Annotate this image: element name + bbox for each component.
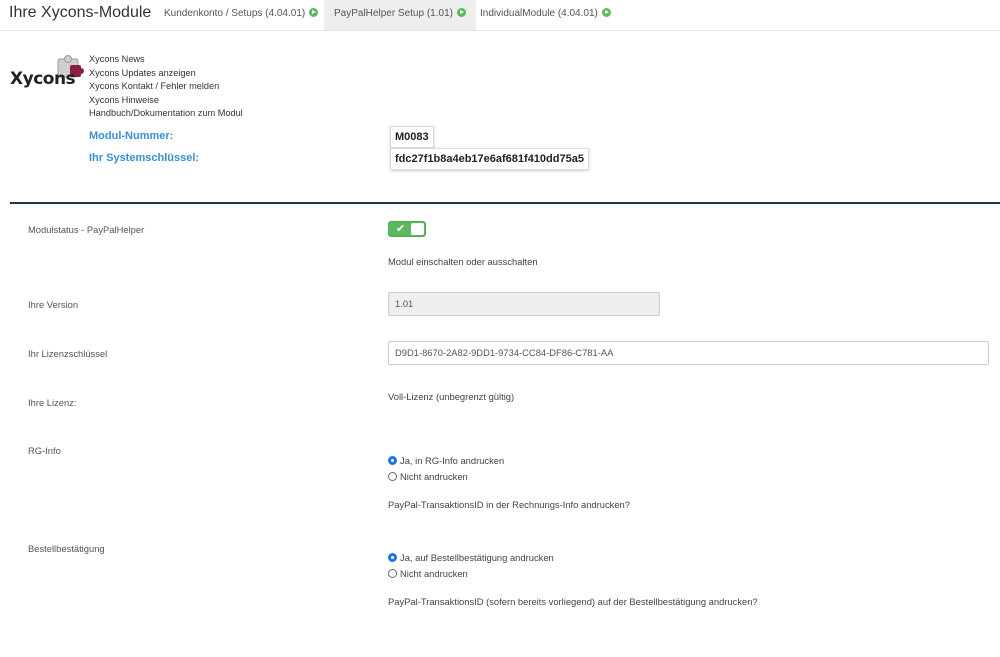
system-key-value: fdc27f1b8a4eb17e6af681f410dd75a5 bbox=[390, 148, 589, 170]
link-xycons-news[interactable]: Xycons News bbox=[89, 53, 243, 67]
version-field: 1.01 bbox=[388, 292, 660, 316]
rg-info-option-no-label: Nicht andrucken bbox=[400, 471, 468, 482]
order-confirm-option-no[interactable]: Nicht andrucken bbox=[388, 568, 468, 579]
module-number-value: M0083 bbox=[390, 126, 434, 148]
rg-info-label: RG-Info bbox=[28, 445, 61, 456]
order-confirm-help: PayPal-TransaktionsID (sofern bereits vo… bbox=[388, 596, 758, 607]
license-value: Voll-Lizenz (unbegrenzt gültig) bbox=[388, 391, 515, 402]
arrow-circle-icon bbox=[309, 8, 319, 17]
radio-checked-icon[interactable] bbox=[388, 553, 397, 562]
tab-label: PayPalHelper Setup (1.01) bbox=[334, 8, 453, 19]
radio-checked-icon[interactable] bbox=[388, 456, 397, 465]
rg-info-option-yes[interactable]: Ja, in RG-Info andrucken bbox=[388, 455, 504, 466]
rg-info-option-yes-label: Ja, in RG-Info andrucken bbox=[400, 455, 505, 466]
status-help: Modul einschalten oder ausschalten bbox=[388, 256, 538, 267]
app-title: Ihre Xycons-Module bbox=[9, 4, 152, 21]
status-label: Modulstatus - PayPalHelper bbox=[28, 224, 145, 235]
order-confirm-label: Bestellbestätigung bbox=[28, 543, 105, 554]
order-confirm-option-no-label: Nicht andrucken bbox=[400, 568, 468, 579]
info-links: Xycons News Xycons Updates anzeigen Xyco… bbox=[89, 53, 243, 121]
module-status-toggle[interactable]: ✔ bbox=[388, 221, 426, 237]
rg-info-help: PayPal-TransaktionsID in der Rechnungs-I… bbox=[388, 499, 630, 510]
tab-label: IndividualModule (4.04.01) bbox=[480, 8, 598, 19]
radio-unchecked-icon[interactable] bbox=[388, 569, 397, 578]
system-key-label: Ihr Systemschlüssel: bbox=[89, 152, 200, 164]
license-key-field[interactable]: D9D1-8670-2A82-9DD1-9734-CC84-DF86-C781-… bbox=[388, 341, 989, 365]
link-xycons-contact[interactable]: Xycons Kontakt / Fehler melden bbox=[89, 80, 243, 94]
rg-info-option-no[interactable]: Nicht andrucken bbox=[388, 471, 468, 482]
top-tab-bar: Ihre Xycons-Module Kundenkonto / Setups … bbox=[0, 0, 1000, 31]
order-confirm-option-yes[interactable]: Ja, auf Bestellbestätigung andrucken bbox=[388, 552, 554, 563]
check-icon: ✔ bbox=[396, 223, 406, 235]
arrow-circle-icon bbox=[601, 8, 611, 17]
radio-unchecked-icon[interactable] bbox=[388, 472, 397, 481]
section-divider bbox=[10, 202, 1000, 204]
license-key-label: Ihr Lizenzschlüssel bbox=[28, 348, 108, 359]
tab-individualmodule[interactable]: IndividualModule (4.04.01) bbox=[470, 0, 621, 30]
xycons-logo: Xycons bbox=[10, 55, 88, 95]
tab-label: Kundenkonto / Setups (4.04.01) bbox=[164, 8, 306, 19]
toggle-knob bbox=[411, 223, 424, 235]
link-manual[interactable]: Handbuch/Dokumentation zum Modul bbox=[89, 107, 243, 121]
logo-text: Xycons bbox=[10, 69, 76, 89]
arrow-circle-icon bbox=[456, 8, 466, 17]
license-label: Ihre Lizenz: bbox=[28, 397, 77, 408]
module-number-label: Modul-Nummer: bbox=[89, 130, 174, 142]
tab-kundenkonto[interactable]: Kundenkonto / Setups (4.04.01) bbox=[154, 0, 328, 30]
link-xycons-updates[interactable]: Xycons Updates anzeigen bbox=[89, 67, 243, 81]
order-confirm-option-yes-label: Ja, auf Bestellbestätigung andrucken bbox=[400, 552, 554, 563]
link-xycons-hints[interactable]: Xycons Hinweise bbox=[89, 94, 243, 108]
version-label: Ihre Version bbox=[28, 299, 79, 310]
tab-paypalhelper-setup[interactable]: PayPalHelper Setup (1.01) bbox=[324, 0, 476, 30]
